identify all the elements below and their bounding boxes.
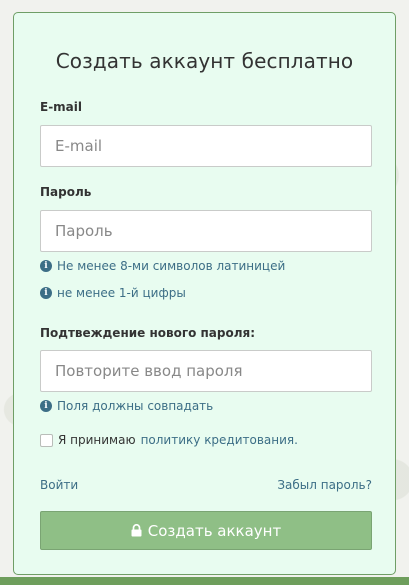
password-hint-length: i Не менее 8-ми символов латиницей <box>40 259 285 273</box>
forgot-password-link[interactable]: Забыл пароль? <box>277 478 372 492</box>
lock-icon <box>131 524 142 537</box>
agreement-checkbox[interactable] <box>40 433 53 447</box>
create-account-button[interactable]: Создать аккаунт <box>40 511 372 550</box>
bottom-bar <box>0 577 409 585</box>
email-label: E-mail <box>40 100 83 114</box>
form-title: Создать аккаунт бесплатно <box>55 49 354 73</box>
password-field[interactable] <box>40 210 372 252</box>
hint-text: Не менее 8-ми символов латиницей <box>57 259 286 273</box>
agreement-text: Я принимаю <box>58 433 136 447</box>
create-account-label: Создать аккаунт <box>147 521 282 540</box>
info-icon: i <box>40 287 52 299</box>
hint-text: не менее 1-й цифры <box>57 286 186 300</box>
login-link[interactable]: Войти <box>40 478 78 492</box>
credit-policy-link[interactable]: политику кредитования. <box>141 433 298 447</box>
email-field[interactable] <box>40 125 372 167</box>
password-label: Пароль <box>40 185 92 199</box>
hint-text: Поля должны совпадать <box>57 399 214 413</box>
signup-card: Создать аккаунт бесплатно E-mail Пароль … <box>13 12 396 575</box>
confirm-password-label: Подтвеждение нового пароля: <box>40 326 256 340</box>
info-icon: i <box>40 400 52 412</box>
agreement-row: Я принимаю политику кредитования. <box>40 433 298 447</box>
info-icon: i <box>40 260 52 272</box>
confirm-password-hint: i Поля должны совпадать <box>40 399 213 413</box>
confirm-password-field[interactable] <box>40 350 372 392</box>
password-hint-digit: i не менее 1-й цифры <box>40 286 186 300</box>
